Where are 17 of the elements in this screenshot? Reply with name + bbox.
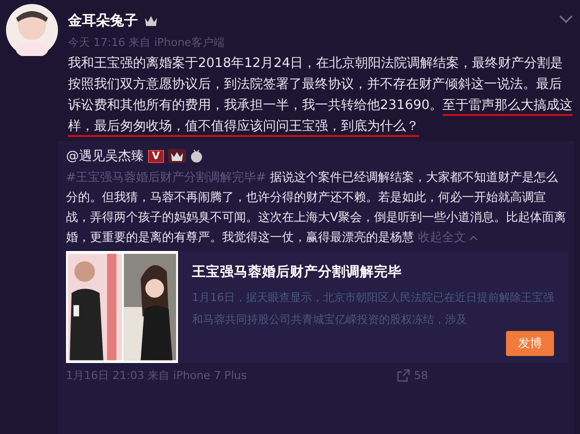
verified-badge: V xyxy=(148,150,164,162)
share-icon[interactable] xyxy=(397,369,410,382)
share-count: 58 xyxy=(414,369,428,382)
link-card[interactable]: 王宝强马蓉婚后财产分割调解完毕 1月16日，据天眼查显示，北京市朝阳区人民法院已在近日提前解除王宝强和马蓉共同持股公司共青城宝亿嵘投资的股权冻结，涉及 发博 xyxy=(66,251,568,363)
repost-author[interactable]: @遇见吴杰臻 xyxy=(66,147,144,165)
card-title: 王宝强马蓉婚后财产分割调解完毕 xyxy=(192,263,403,281)
crown-icon xyxy=(144,15,158,27)
post-text: 我和王宝强的离婚案于2018年12月24日，在北京朝阳法院调解结案，最终财产分割是按照我们双方意愿协议后，到法院签署了最终协议，并不存在财产倾斜这一说法。最后诉讼费和其他所有的费用，我承担一半，我一共转给他231690。至于雷声那么大搞成这样，最后匆匆收场，值不值得应该问问王宝强，到底为什么？ xyxy=(68,55,574,136)
repost-meta: 1月16日 21:03 来自 iPhone 7 Plus xyxy=(66,368,247,383)
repost-text: #王宝强马蓉婚后财产分割调解完毕# 据说这个案件已经调解结案，大家都不知道财产是怎么分的。但我猜，马蓉不再闹腾了，也许分得的财产还不赖。若是如此，何必一开始就高调宣战，弄得两个孩子的妈妈臭不可闻。这次在上海大V聚会，倒是听到一些小道消息。比起体面离婚，更重要的是离的有尊严。我觉得这一仗，赢得最漂亮的是杨慧 收起全文 xyxy=(66,169,568,246)
card-description: 1月16日，据天眼查显示，北京市朝阳区人民法院已在近日提前解除王宝强和马蓉共同持股公司共青城宝亿嵘投资的股权冻结，涉及 xyxy=(192,290,554,328)
post-meta: 今天 17:16 来自 iPhone客户端 xyxy=(68,35,226,50)
author-name[interactable]: 金耳朵兔子 xyxy=(68,12,138,30)
crown-icon xyxy=(168,149,186,163)
chevron-down-icon[interactable] xyxy=(558,14,574,24)
chevron-up-icon xyxy=(468,235,478,241)
avatar[interactable] xyxy=(6,4,58,56)
